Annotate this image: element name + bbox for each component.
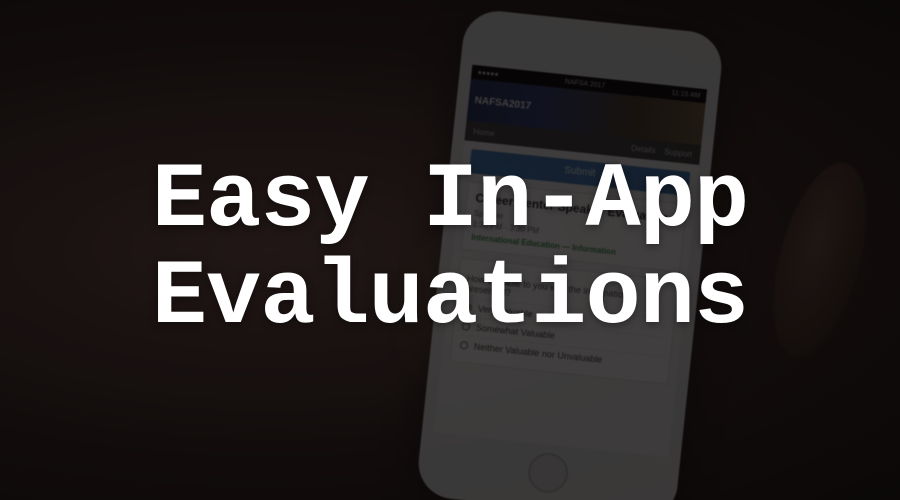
hero-banner: ●●●●● NAFSA 2017 11:15 AM NAFSA2017 Home…: [0, 0, 900, 500]
headline-container: Easy In-App Evaluations: [0, 0, 900, 500]
headline-text: Easy In-App Evaluations: [152, 153, 748, 346]
headline-line1: Easy In-App: [152, 148, 748, 253]
headline-line2: Evaluations: [152, 245, 748, 350]
